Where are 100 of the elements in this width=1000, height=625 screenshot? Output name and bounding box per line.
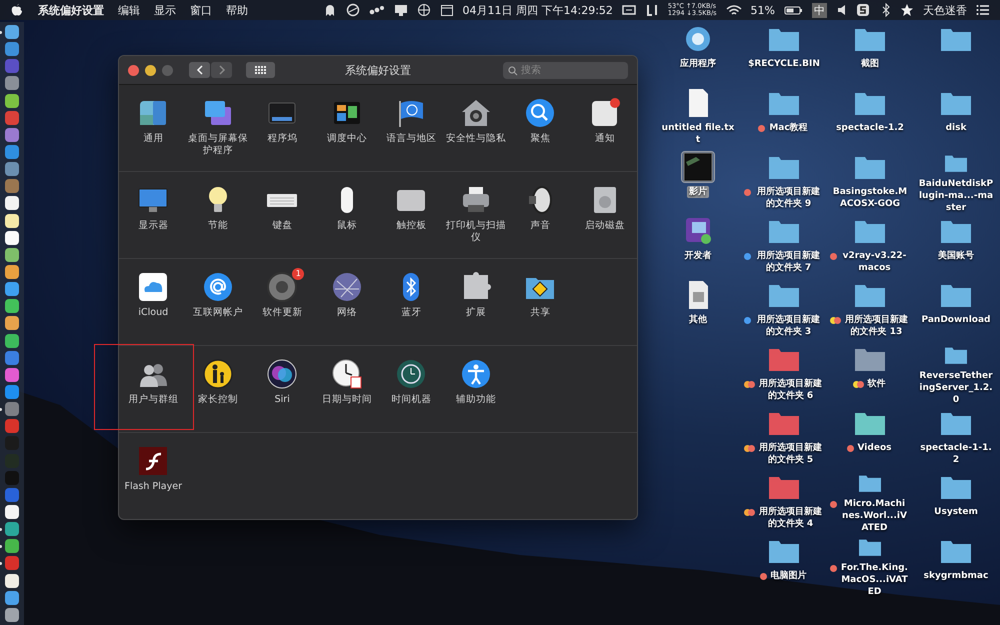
file-name[interactable]: skygrmbmac xyxy=(922,570,990,582)
preference-label[interactable]: 触控板 xyxy=(380,220,442,232)
preference-label[interactable]: 用户与群组 xyxy=(122,394,184,406)
preference-label[interactable]: 共享 xyxy=(509,307,572,319)
app-icon[interactable] xyxy=(5,299,19,314)
file-name[interactable]: 用所选项目新建的文件夹 6 xyxy=(757,378,824,402)
list-icon[interactable] xyxy=(976,3,990,17)
file-name[interactable]: 开发者 xyxy=(682,250,714,262)
preference-label[interactable]: 通知 xyxy=(574,133,636,145)
app-icon[interactable] xyxy=(5,214,19,228)
box-icon[interactable] xyxy=(622,3,636,17)
file-name[interactable]: 用所选项目新建的文件夹 9 xyxy=(753,186,824,210)
file-name[interactable]: Basingstoke.MACOSX-GOG xyxy=(830,186,910,210)
date-time[interactable]: 04月11日 周四 下午14:29:52 xyxy=(462,2,613,18)
app-icon[interactable] xyxy=(5,230,19,245)
preference-label[interactable]: 程序坞 xyxy=(251,133,314,145)
file-name[interactable]: Videos xyxy=(856,442,894,454)
preference-label[interactable]: 鼠标 xyxy=(316,220,378,232)
file-name[interactable]: 电脑图片 xyxy=(768,570,808,582)
preference-label[interactable]: 桌面与屏幕保护程序 xyxy=(186,133,249,157)
menu-item[interactable]: 窗口 xyxy=(190,2,212,18)
preference-label[interactable]: 扩展 xyxy=(444,307,507,319)
search-field[interactable]: 搜索 xyxy=(503,62,628,78)
preference-label[interactable]: 日期与时间 xyxy=(316,394,378,406)
image-thumbnail-icon[interactable] xyxy=(682,152,714,182)
preference-label[interactable]: 时间机器 xyxy=(380,394,442,406)
dots-icon[interactable] xyxy=(368,3,385,17)
orb-icon[interactable] xyxy=(266,358,298,390)
preference-label[interactable]: 显示器 xyxy=(122,220,184,232)
file-name[interactable]: 用所选项目新建的文件夹 13 xyxy=(843,314,910,338)
file-name[interactable]: 美国账号 xyxy=(936,250,976,262)
file-name[interactable]: 用所选项目新建的文件夹 3 xyxy=(753,314,824,338)
preference-label[interactable]: Siri xyxy=(251,394,314,406)
file-name[interactable]: spectacle-1.2 xyxy=(834,122,906,134)
app-icon[interactable] xyxy=(5,574,19,588)
globe-icon[interactable] xyxy=(330,271,363,303)
preference-label[interactable]: 蓝牙 xyxy=(380,307,442,319)
file-name[interactable]: 软件 xyxy=(866,378,888,390)
file-name[interactable]: ReverseTetheringServer_1.2.0 xyxy=(916,370,996,406)
file-name[interactable]: BaiduNetdiskPlugin-ma...-master xyxy=(916,178,996,214)
file-name[interactable]: 截图 xyxy=(859,58,881,70)
preference-label[interactable]: 启动磁盘 xyxy=(574,220,636,232)
file-name[interactable]: 用所选项目新建的文件夹 4 xyxy=(757,506,824,530)
preference-label[interactable]: 聚焦 xyxy=(509,133,572,145)
file-name[interactable]: Micro.Machines.Worl...iVATED xyxy=(839,498,910,534)
preference-label[interactable]: 节能 xyxy=(186,220,249,232)
file-name[interactable]: Mac教程 xyxy=(767,122,810,134)
at-sign-icon[interactable] xyxy=(202,271,234,303)
show-all-button[interactable] xyxy=(246,62,275,78)
apple-icon[interactable] xyxy=(10,3,24,17)
circle-icon[interactable] xyxy=(346,3,360,17)
app-icon[interactable] xyxy=(5,334,19,348)
menu-item[interactable]: 帮助 xyxy=(226,2,248,18)
preference-label[interactable]: 软件更新 xyxy=(251,307,314,319)
menu-item[interactable]: 编辑 xyxy=(118,2,140,18)
file-name[interactable]: v2ray-v3.22-macos xyxy=(839,250,910,274)
app-icon[interactable] xyxy=(5,196,19,210)
menu-item[interactable]: 显示 xyxy=(154,2,176,18)
preference-label[interactable]: 调度中心 xyxy=(316,133,378,145)
file-name[interactable]: 应用程序 xyxy=(678,58,718,70)
user-name[interactable]: 天色迷香 xyxy=(923,2,967,18)
calendar-icon[interactable] xyxy=(440,3,454,17)
globe-icon[interactable] xyxy=(416,3,431,17)
wifi-icon[interactable] xyxy=(726,3,742,17)
preference-label[interactable]: 声音 xyxy=(509,220,572,232)
preference-label[interactable]: 打印机与扫描仪 xyxy=(444,220,507,244)
bracket-icon[interactable] xyxy=(644,3,659,17)
preference-label[interactable]: 安全性与隐私 xyxy=(444,133,507,145)
preference-label[interactable]: 语言与地区 xyxy=(380,133,442,145)
parent-child-icon[interactable] xyxy=(202,358,234,390)
window-control[interactable] xyxy=(145,64,156,76)
star-icon[interactable] xyxy=(900,3,914,17)
file-name[interactable]: Usystem xyxy=(932,506,980,518)
back-button[interactable] xyxy=(189,62,210,78)
clock-icon[interactable] xyxy=(330,358,363,390)
file-name[interactable]: untitled file.txt xyxy=(658,122,738,146)
preference-label[interactable]: 互联网帐户 xyxy=(186,307,249,319)
file-name[interactable]: 其他 xyxy=(687,314,709,326)
app-icon[interactable] xyxy=(5,504,19,519)
speaker-icon[interactable] xyxy=(836,3,847,17)
preference-label[interactable]: 通用 xyxy=(122,133,184,145)
file-name[interactable]: $RECYCLE.BIN xyxy=(746,58,822,70)
search-icon[interactable] xyxy=(524,97,556,129)
figure-icon[interactable] xyxy=(460,358,492,390)
app-icon[interactable] xyxy=(5,248,19,262)
preference-label[interactable]: 键盘 xyxy=(251,220,314,232)
file-name[interactable]: For.The.King.MacOS...iVATED xyxy=(839,562,910,598)
cloud-icon[interactable] xyxy=(137,271,170,303)
preference-label[interactable]: iCloud xyxy=(122,307,184,319)
app-icon[interactable] xyxy=(5,608,19,622)
battery-percent[interactable]: 51% xyxy=(750,4,775,16)
file-name[interactable]: spectacle-1-1.2 xyxy=(916,442,996,466)
house-icon[interactable] xyxy=(460,97,492,129)
window-control[interactable] xyxy=(128,64,139,76)
gear-icon[interactable] xyxy=(266,271,298,303)
file-name[interactable]: disk xyxy=(944,122,968,134)
app-icon[interactable] xyxy=(5,264,19,279)
input-method[interactable]: 中 xyxy=(812,2,827,18)
preference-label[interactable]: 网络 xyxy=(316,307,378,319)
app-icon[interactable] xyxy=(5,94,19,108)
